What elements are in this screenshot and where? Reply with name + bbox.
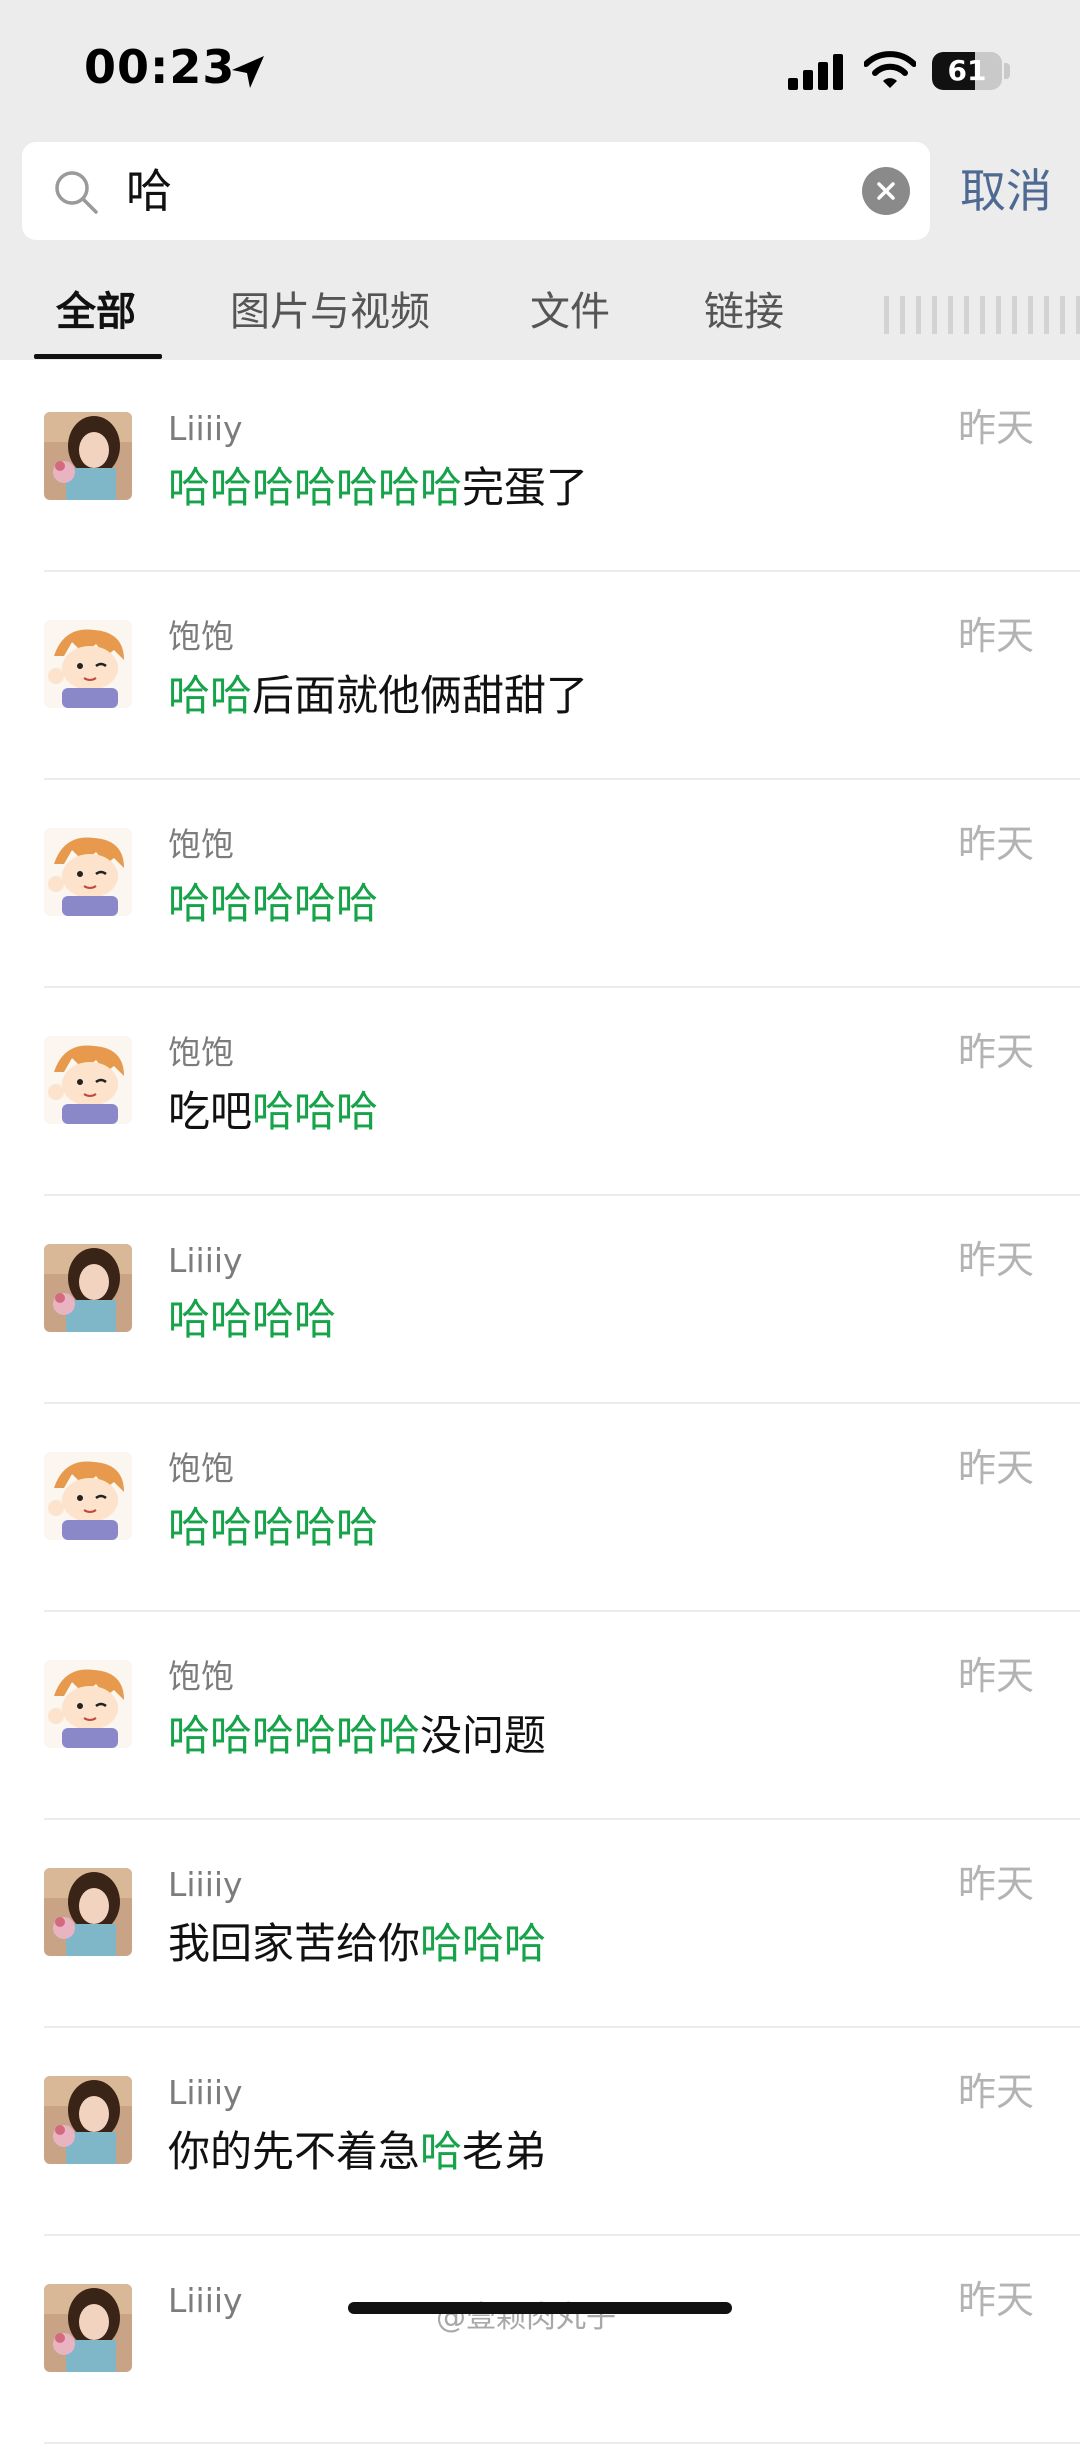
avatar[interactable] [44, 1660, 132, 1748]
message-time: 昨天 [957, 406, 1034, 450]
avatar-girl-icon [44, 1868, 132, 1956]
battery-cap [1004, 63, 1010, 79]
battery-indicator: 61 [932, 52, 1002, 90]
message-time: 昨天 [957, 822, 1034, 866]
avatar[interactable] [44, 828, 132, 916]
result-row[interactable]: Liiiiy 昨天 [0, 2236, 1080, 2444]
avatar-cartoon-icon [44, 620, 132, 708]
message-preview: 哈哈哈哈哈哈没问题 [168, 1708, 546, 1764]
active-tab-indicator [34, 354, 162, 359]
message-preview: 哈哈哈哈 [168, 1292, 336, 1348]
message-time: 昨天 [957, 614, 1034, 658]
sender-name: 饱饱 [168, 617, 234, 656]
message-text: 老弟 [462, 2127, 547, 2176]
sender-name: 饱饱 [168, 1657, 234, 1696]
highlighted-match: 哈哈哈哈 [168, 1295, 337, 1344]
avatar-cartoon-icon [44, 828, 132, 916]
message-time: 昨天 [957, 1238, 1034, 1282]
result-row[interactable]: Liiiiy 昨天你的先不着急哈老弟 [0, 2028, 1080, 2236]
sender-name: 饱饱 [168, 1449, 234, 1488]
message-preview: 我回家苦给你哈哈哈 [168, 1916, 546, 1972]
sender-name: Liiiiy [168, 1241, 243, 1280]
message-preview: 你的先不着急哈老弟 [168, 2124, 546, 2180]
avatar-cartoon-icon [44, 1036, 132, 1124]
avatar[interactable] [44, 2076, 132, 2164]
result-row[interactable]: Liiiiy 昨天哈哈哈哈 [0, 1196, 1080, 1404]
message-time: 昨天 [957, 1446, 1034, 1490]
message-text: 我回家苦给你 [168, 1919, 421, 1968]
message-text: 没问题 [420, 1711, 547, 1760]
message-text: 后面就他俩甜甜了 [252, 671, 589, 720]
avatar[interactable] [44, 1036, 132, 1124]
avatar[interactable] [44, 2284, 132, 2372]
highlighted-match: 哈哈哈哈哈 [168, 879, 379, 928]
highlighted-match: 哈哈哈哈哈哈 [168, 1711, 421, 1760]
highlighted-match: 哈哈哈 [420, 1919, 547, 1968]
sender-name: Liiiiy [168, 1865, 243, 1904]
message-text: 完蛋了 [462, 463, 589, 512]
avatar[interactable] [44, 1452, 132, 1540]
message-preview: 哈哈哈哈哈 [168, 1500, 378, 1556]
search-field[interactable]: 哈 [22, 142, 930, 240]
home-indicator[interactable] [348, 2302, 732, 2314]
sender-name: 饱饱 [168, 1033, 234, 1072]
avatar[interactable] [44, 412, 132, 500]
message-text: 吃吧 [168, 1087, 253, 1136]
tab-links[interactable]: 链接 [704, 284, 784, 340]
avatar[interactable] [44, 620, 132, 708]
message-time: 昨天 [957, 2278, 1034, 2322]
message-time: 昨天 [957, 1030, 1034, 1074]
battery-percent: 61 [947, 54, 987, 87]
avatar-cartoon-icon [44, 1660, 132, 1748]
sender-name: Liiiiy [168, 409, 243, 448]
tab-all[interactable]: 全部 [56, 284, 136, 340]
avatar-girl-icon [44, 2284, 132, 2372]
avatar-girl-icon [44, 2076, 132, 2164]
highlighted-match: 哈哈哈哈哈 [168, 1503, 379, 1552]
highlighted-match: 哈哈哈哈哈哈哈 [168, 463, 463, 512]
message-text: 你的先不着急 [168, 2127, 421, 2176]
result-row[interactable]: 饱饱 昨天吃吧哈哈哈 [0, 988, 1080, 1196]
search-icon [55, 171, 98, 214]
message-preview: 吃吧哈哈哈 [168, 1084, 378, 1140]
avatar-girl-icon [44, 412, 132, 500]
watermark: @壹颗肉丸子 [436, 2300, 616, 2335]
search-input[interactable]: 哈 [126, 158, 172, 224]
result-row[interactable]: 饱饱 昨天哈哈哈哈哈 [0, 780, 1080, 988]
avatar[interactable] [44, 1868, 132, 1956]
tab-images-videos[interactable]: 图片与视频 [230, 284, 430, 340]
tab-files[interactable]: 文件 [530, 284, 610, 340]
message-time: 昨天 [957, 1654, 1034, 1698]
result-row[interactable]: Liiiiy 昨天我回家苦给你哈哈哈 [0, 1820, 1080, 2028]
sender-name: 饱饱 [168, 825, 234, 864]
highlighted-match: 哈哈 [168, 671, 253, 720]
cellular-signal-icon [788, 54, 843, 90]
message-preview: 哈哈后面就他俩甜甜了 [168, 668, 588, 724]
message-preview: 哈哈哈哈哈 [168, 876, 378, 932]
avatar-cartoon-icon [44, 1452, 132, 1540]
sender-name: Liiiiy [168, 2281, 243, 2320]
result-row[interactable]: 饱饱 昨天哈哈哈哈哈哈没问题 [0, 1612, 1080, 1820]
clear-search-button[interactable] [862, 167, 910, 215]
cancel-button[interactable]: 取消 [960, 158, 1052, 224]
avatar-girl-icon [44, 1244, 132, 1332]
message-preview: 哈哈哈哈哈哈哈完蛋了 [168, 460, 588, 516]
highlighted-match: 哈哈哈 [252, 1087, 379, 1136]
result-row[interactable]: Liiiiy 昨天哈哈哈哈哈哈哈完蛋了 [0, 364, 1080, 572]
result-row[interactable]: 饱饱 昨天哈哈哈哈哈 [0, 1404, 1080, 1612]
message-time: 昨天 [957, 2070, 1034, 2114]
close-icon [877, 182, 895, 200]
message-time: 昨天 [957, 1862, 1034, 1906]
status-time: 00:23 [84, 40, 236, 94]
result-row[interactable]: 饱饱 昨天哈哈后面就他俩甜甜了 [0, 572, 1080, 780]
highlighted-match: 哈 [420, 2127, 463, 2176]
avatar[interactable] [44, 1244, 132, 1332]
tab-obscured[interactable] [884, 296, 1080, 334]
location-arrow-icon [232, 56, 264, 88]
sender-name: Liiiiy [168, 2073, 243, 2112]
wifi-icon [864, 51, 916, 88]
